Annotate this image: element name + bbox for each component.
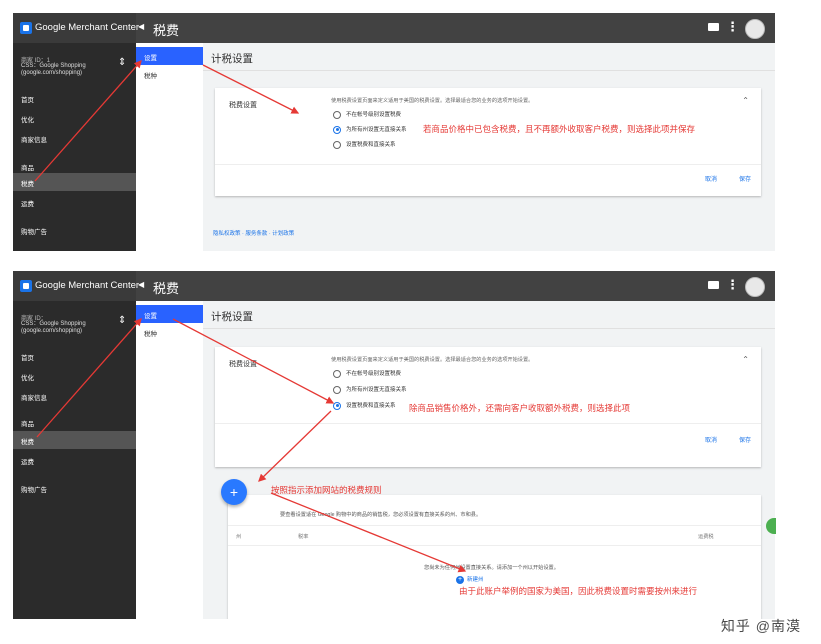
card-label: 税费设置	[229, 359, 257, 369]
radio-icon[interactable]	[333, 141, 341, 149]
sidebar-item-shipping[interactable]: 运费	[13, 193, 136, 211]
avatar[interactable]	[745, 277, 765, 297]
more-vert-icon[interactable]: ⋮	[726, 19, 739, 35]
add-state-button[interactable]: +新建州	[456, 575, 484, 584]
subnav-tax-types[interactable]: 税种	[136, 65, 203, 83]
card-divider	[228, 545, 761, 546]
top-bar: Google Merchant Center ◀ 税费 ⋮	[13, 13, 775, 43]
sub-navigation: 设置 税种	[136, 43, 204, 251]
radio-icon[interactable]	[333, 386, 341, 394]
sidebar-item-home[interactable]: 首页	[13, 347, 136, 365]
sidebar-item-business-info[interactable]: 商家信息	[13, 129, 136, 147]
save-button[interactable]: 保存	[739, 435, 751, 444]
add-icon: +	[456, 576, 464, 584]
option-no-account-tax[interactable]: 不在帐号级别设置税费	[333, 369, 401, 378]
card-label: 税费设置	[229, 100, 257, 110]
section-title: 税费	[153, 20, 179, 39]
cancel-button[interactable]: 取消	[705, 174, 717, 183]
title-divider	[203, 70, 775, 71]
collapse-menu-icon[interactable]: ◀	[138, 280, 144, 289]
more-vert-icon[interactable]: ⋮	[726, 277, 739, 293]
card-description: 使用税费设置页面来定义适用于美国的税费设置。选择最适合您的业务的选项开始设置。	[331, 356, 533, 363]
radio-selected-icon[interactable]	[333, 126, 341, 134]
radio-icon[interactable]	[333, 111, 341, 119]
mail-icon[interactable]	[708, 281, 719, 289]
feedback-tab[interactable]	[766, 518, 776, 534]
footer-links[interactable]: 隐私权政策 · 服务条款 · 计划政策	[213, 229, 294, 237]
account-switcher-icon[interactable]: ⇕	[118, 315, 126, 326]
subnav-settings[interactable]: 设置	[136, 47, 203, 65]
page-title: 计税设置	[211, 51, 253, 66]
card-divider	[228, 525, 761, 526]
sidebar-item-shopping-ads[interactable]: 购物广告	[13, 221, 136, 239]
merchant-center-logo-icon	[20, 280, 32, 292]
option-no-account-tax[interactable]: 不在帐号级别设置税费	[333, 110, 401, 119]
column-header-state: 州	[236, 533, 241, 540]
annotation-3: 按照指示添加网站的税费规则	[271, 484, 382, 496]
screenshot-1: Google Merchant Center ◀ 税费 ⋮ 商家 ID：1 CS…	[13, 13, 775, 251]
title-divider	[203, 328, 775, 329]
screenshot-2: Google Merchant Center ◀ 税费 ⋮ 商家 ID： CSS…	[13, 271, 775, 619]
main-content: 计税设置 税费设置 使用税费设置页面来定义适用于美国的税费设置。选择最适合您的业…	[203, 43, 775, 251]
sidebar-item-shopping-ads[interactable]: 购物广告	[13, 479, 136, 497]
annotation-4: 由于此账户举例的国家为美国，因此税费设置时需要按州来进行	[459, 585, 697, 597]
rules-intro: 要查看设置适在 Google 购物中的商品的销售税，您必须设置有直接关系的州、市…	[280, 511, 481, 518]
sidebar-item-home[interactable]: 首页	[13, 89, 136, 107]
tax-rules-card: 要查看设置适在 Google 购物中的商品的销售税，您必须设置有直接关系的州、市…	[228, 495, 761, 619]
sidebar-item-business-info[interactable]: 商家信息	[13, 387, 136, 405]
main-content: 计税设置 税费设置 使用税费设置页面来定义适用于美国的税费设置。选择最适合您的业…	[203, 301, 775, 619]
annotation-2: 除商品销售价格外，还需向客户收取额外税费，则选择此项	[409, 402, 630, 414]
option-no-nexus-all-states[interactable]: 为所有州设置无直接关系	[333, 125, 407, 134]
brand-name: Google Merchant Center	[35, 22, 139, 33]
card-divider	[215, 164, 761, 165]
brand-area[interactable]: Google Merchant Center	[13, 271, 136, 301]
css-program: CSS：Google Shopping (google.com/shopping…	[21, 63, 121, 77]
sidebar-item-optimize[interactable]: 优化	[13, 109, 136, 127]
column-header-rate: 税率	[298, 533, 308, 540]
merchant-center-logo-icon	[20, 22, 32, 34]
watermark: 知乎 @南漠	[721, 616, 801, 636]
top-bar: Google Merchant Center ◀ 税费 ⋮	[13, 271, 775, 301]
page-title: 计税设置	[211, 309, 253, 324]
option-tax-and-nexus[interactable]: 设置税费和直接关系	[333, 401, 396, 410]
section-title: 税费	[153, 278, 179, 297]
option-no-nexus-all-states[interactable]: 为所有州设置无直接关系	[333, 385, 407, 394]
card-description: 使用税费设置页面来定义适用于美国的税费设置。选择最适合您的业务的选项开始设置。	[331, 97, 533, 104]
sidebar-item-shipping[interactable]: 运费	[13, 451, 136, 469]
add-fab-button[interactable]: +	[221, 479, 247, 505]
account-switcher-icon[interactable]: ⇕	[118, 57, 126, 68]
rules-empty-message: 您尚未为任何州设置直接关系。请添加一个州以开始设置。	[424, 564, 559, 571]
chevron-up-icon[interactable]: ⌃	[742, 96, 749, 105]
mail-icon[interactable]	[708, 23, 719, 31]
sidebar-item-optimize[interactable]: 优化	[13, 367, 136, 385]
save-button[interactable]: 保存	[739, 174, 751, 183]
sidebar-item-tax[interactable]: 税费	[13, 173, 136, 191]
sub-navigation: 设置 税种	[136, 301, 204, 619]
sidebar-item-tax[interactable]: 税费	[13, 431, 136, 449]
column-header-shipping-tax: 运费税	[698, 533, 714, 540]
annotation-1: 若商品价格中已包含税费，且不再额外收取客户税费，则选择此项并保存	[423, 123, 695, 135]
option-tax-and-nexus[interactable]: 设置税费和直接关系	[333, 140, 396, 149]
cancel-button[interactable]: 取消	[705, 435, 717, 444]
radio-selected-icon[interactable]	[333, 402, 341, 410]
sidebar: 商家 ID：1 CSS：Google Shopping (google.com/…	[13, 43, 136, 251]
css-program: CSS：Google Shopping (google.com/shopping…	[21, 321, 121, 335]
sidebar-item-products[interactable]: 商品	[13, 413, 136, 431]
subnav-settings[interactable]: 设置	[136, 305, 203, 323]
card-divider	[215, 423, 761, 424]
radio-icon[interactable]	[333, 370, 341, 378]
subnav-tax-types[interactable]: 税种	[136, 323, 203, 341]
brand-name: Google Merchant Center	[35, 280, 139, 291]
chevron-up-icon[interactable]: ⌃	[742, 355, 749, 364]
collapse-menu-icon[interactable]: ◀	[138, 22, 144, 31]
avatar[interactable]	[745, 19, 765, 39]
sidebar: 商家 ID： CSS：Google Shopping (google.com/s…	[13, 301, 136, 619]
brand-area[interactable]: Google Merchant Center	[13, 13, 136, 43]
tax-settings-card: 税费设置 使用税费设置页面来定义适用于美国的税费设置。选择最适合您的业务的选项开…	[215, 88, 761, 196]
